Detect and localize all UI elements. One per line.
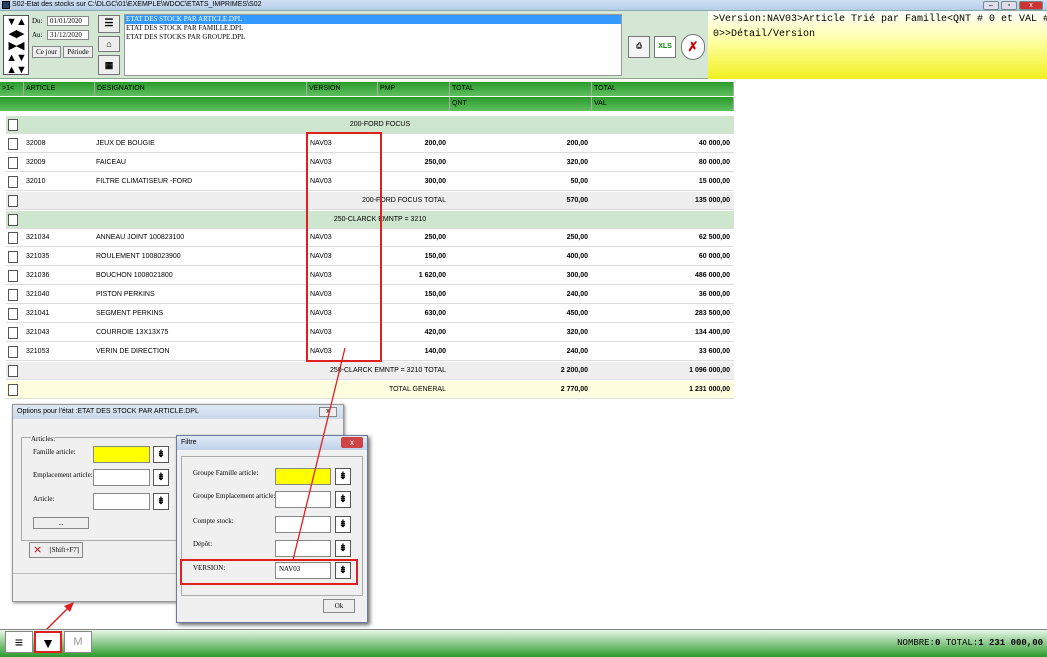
menu-icon[interactable]: ≡ <box>5 631 33 653</box>
status-totals: NOMBRE:0 TOTAL:1 231 000,00 <box>897 638 1043 648</box>
nombre-label: NOMBRE: <box>897 638 935 648</box>
filter-funnel-icon[interactable]: ▼ <box>34 631 62 653</box>
annotation-arrows <box>44 347 346 632</box>
m-button[interactable]: M <box>64 631 92 653</box>
arrow-version-link <box>292 347 346 561</box>
total-value: 1 231 000,00 <box>978 638 1043 648</box>
total-label: TOTAL: <box>945 638 979 648</box>
bottom-status-bar <box>0 629 1047 657</box>
nombre-value: 0 <box>934 638 941 648</box>
